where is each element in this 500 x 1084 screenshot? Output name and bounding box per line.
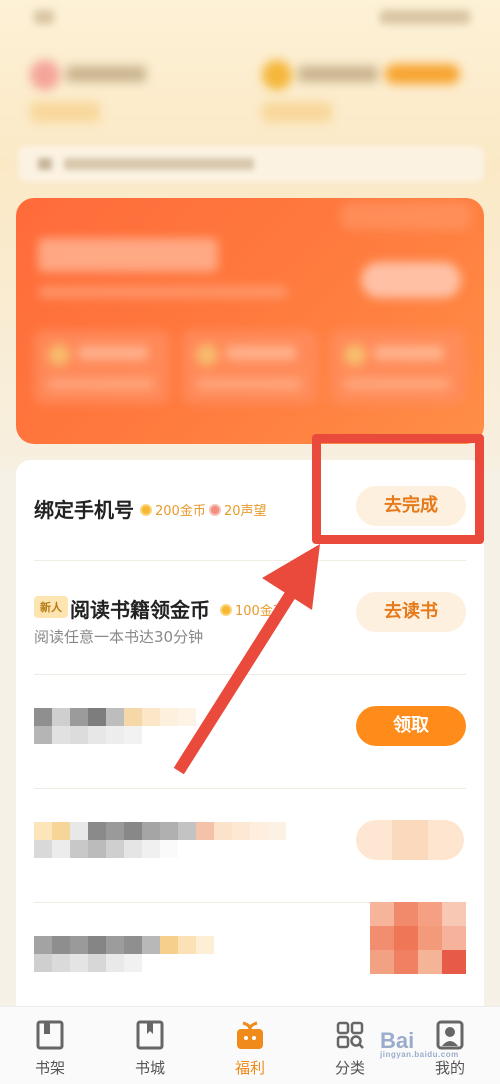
notice-bar[interactable] <box>18 146 484 182</box>
gift-day-icon <box>344 344 366 366</box>
gift-day-title <box>78 346 148 360</box>
pixelated-task-title <box>34 822 322 858</box>
status-bar <box>0 0 500 38</box>
gift-card-subtitle <box>38 286 288 298</box>
reputation-icon <box>30 60 60 90</box>
reputation-value <box>30 102 100 122</box>
reward-reputation-text: 20声望 <box>224 504 267 519</box>
coin-icon <box>220 603 232 616</box>
go-read-button[interactable]: 去读书 <box>356 592 466 632</box>
task-row-claim: 领取 <box>16 674 484 786</box>
watermark-url: jingyan.baidu.com <box>380 1050 459 1059</box>
task-title: 绑定手机号 <box>34 498 134 522</box>
pixelated-task-title <box>34 708 214 744</box>
pixelated-task-title <box>34 936 250 972</box>
nav-label: 我的 <box>434 1059 465 1077</box>
gift-card-rules[interactable] <box>341 202 471 230</box>
gift-day-icon <box>48 344 70 366</box>
task-row-hidden <box>16 788 484 900</box>
coin-value <box>262 102 332 122</box>
baidu-jingyan-watermark: Bai jingyan.baidu.com <box>380 1028 459 1059</box>
gift-card-title <box>38 238 218 272</box>
nav-label: 福利 <box>234 1059 265 1077</box>
new-user-badge: 新人 <box>34 596 68 618</box>
coin-icon <box>140 503 152 516</box>
nav-item-bookshelf[interactable]: 书架 <box>0 1007 100 1084</box>
gift-day-title <box>226 346 296 360</box>
newbie-gift-card-content <box>16 198 484 444</box>
gift-day-title <box>374 346 444 360</box>
gift-icon <box>237 1021 263 1049</box>
category-icon <box>336 1021 364 1049</box>
task-title: 阅读书籍领金币 <box>70 598 210 622</box>
task-reward-reputation: 20声望 <box>209 500 267 519</box>
task-description: 阅读任意一本书达30分钟 <box>34 628 204 646</box>
status-indicators <box>380 10 470 24</box>
pixelated-reward-image <box>370 902 466 974</box>
notice-text <box>64 158 254 170</box>
pixelated-action-button[interactable] <box>356 820 464 860</box>
gift-day-desc <box>48 378 154 390</box>
bookstore-icon <box>136 1020 164 1050</box>
gift-day-icon <box>196 344 218 366</box>
coin-icon <box>262 60 292 90</box>
nav-item-welfare[interactable]: 福利 <box>200 1007 300 1084</box>
newbie-gift-card[interactable] <box>16 198 484 444</box>
user-stats-header <box>0 52 500 132</box>
reward-coins-text: 200金币 <box>155 504 206 519</box>
task-reward-coins: 100金币 <box>220 600 286 619</box>
annotation-highlight-box <box>312 434 484 544</box>
gift-day-desc <box>344 378 450 390</box>
claim-button[interactable]: 领取 <box>356 706 466 746</box>
gift-day-item[interactable] <box>182 330 318 404</box>
task-row-read-books: 新人 阅读书籍领金币 100金币 阅读任意一本书达30分钟 去读书 <box>16 560 484 672</box>
notice-icon <box>38 158 52 170</box>
gift-day-item[interactable] <box>34 330 170 404</box>
reputation-icon <box>209 503 221 516</box>
coin-action-pill[interactable] <box>385 64 460 84</box>
reward-coins-text: 100金币 <box>235 604 286 619</box>
gift-day-item[interactable] <box>330 330 466 404</box>
task-reward-coins: 200金币 <box>140 500 206 519</box>
task-row-hidden <box>16 902 484 1014</box>
coin-label <box>298 66 378 82</box>
gift-day-desc <box>196 378 302 390</box>
task-list: 绑定手机号 200金币 20声望 去完成 新人 阅读书籍领金币 100金币 阅读… <box>16 460 484 1020</box>
reputation-label <box>66 66 146 82</box>
nav-label: 书城 <box>134 1059 165 1077</box>
nav-item-bookstore[interactable]: 书城 <box>100 1007 200 1084</box>
nav-label: 分类 <box>334 1059 365 1077</box>
gift-card-button[interactable] <box>361 262 461 298</box>
bookshelf-icon <box>36 1020 64 1050</box>
status-signal-icon <box>34 10 54 24</box>
nav-label: 书架 <box>34 1059 65 1077</box>
